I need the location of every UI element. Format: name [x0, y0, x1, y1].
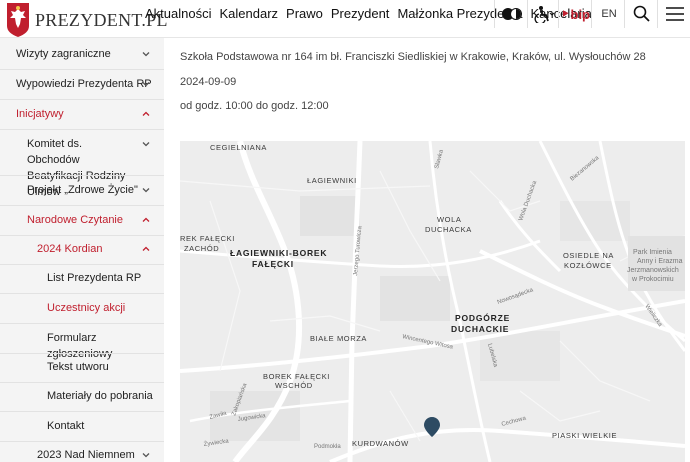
location-map[interactable]: CEGIELNIANA ŁAGIEWNIKI WOLA DUCHACKA REK…: [180, 141, 685, 462]
header-divider: [657, 0, 658, 28]
sidebar-navigation: Wizyty zagraniczne Wypowiedzi Prezydenta…: [0, 38, 164, 462]
map-label-lagiewniki-borek: ŁAGIEWNIKI-BOREK: [230, 248, 327, 258]
sidebar-item-narodowe-czytanie[interactable]: Narodowe Czytanie: [0, 212, 164, 228]
sidebar-item-list-prezydenta[interactable]: List Prezydenta RP: [0, 270, 164, 286]
sidebar-item-inicjatywy[interactable]: Inicjatywy: [0, 106, 164, 122]
sidebar-divider: [0, 99, 164, 100]
map-label-borek-falecki: BOREK FAŁĘCKI: [263, 372, 330, 381]
sidebar-divider: [0, 69, 164, 70]
site-header: PREZYDENT.PL Aktualności Kalendarz Prawo…: [0, 0, 690, 38]
sidebar-item-label: Kontakt: [47, 420, 85, 432]
sidebar-item-wypowiedzi[interactable]: Wypowiedzi Prezydenta RP: [0, 76, 164, 92]
sidebar-divider: [0, 264, 164, 265]
map-park-line-4: w Prokocimiu: [631, 276, 674, 283]
map-label-duchacka: DUCHACKA: [425, 225, 472, 234]
nav-kalendarz[interactable]: Kalendarz: [219, 6, 278, 21]
hamburger-menu-icon[interactable]: [661, 0, 689, 28]
map-label-zachod: ZACHÓD: [184, 244, 219, 253]
sidebar-divider: [0, 411, 164, 412]
sidebar-item-2024-kordian[interactable]: 2024 Kordian: [0, 241, 164, 257]
header-divider: [624, 0, 625, 28]
sidebar-divider: [0, 382, 164, 383]
sidebar-divider: [0, 323, 164, 324]
header-divider: [591, 0, 592, 28]
chevron-up-icon: [142, 111, 150, 116]
sidebar-divider: [0, 293, 164, 294]
map-park-line-2: Anny i Erazma: [637, 258, 683, 265]
sidebar-item-label: Uczestnicy akcji: [47, 302, 126, 314]
nav-prezydent[interactable]: Prezydent: [331, 6, 390, 21]
map-label-podgorze: PODGÓRZE: [455, 312, 510, 323]
sidebar-item-zdrowe-zycie[interactable]: Projekt „Zdrowe Życie": [0, 182, 164, 198]
chevron-down-icon: [142, 52, 150, 57]
sidebar-divider: [0, 441, 164, 442]
nav-prawo[interactable]: Prawo: [286, 6, 323, 21]
map-label-wschod: WSCHÓD: [275, 381, 313, 390]
chevron-down-icon: [142, 142, 150, 147]
chevron-up-icon: [142, 217, 150, 222]
sidebar-item-formularz[interactable]: Formularz zgłoszeniowy: [0, 330, 164, 362]
eagle-emblem-icon[interactable]: [6, 2, 30, 38]
bip-flag-icon: [562, 10, 569, 17]
event-time: od godz. 10:00 do godz. 12:00: [180, 100, 329, 112]
map-label-kurdwanow: KURDWANÓW: [352, 439, 409, 448]
map-park-line-1: Park Imienia: [633, 249, 672, 256]
map-label-kozlowce: KOZŁÓWCE: [564, 261, 612, 270]
chevron-up-icon: [142, 246, 150, 251]
sidebar-divider: [0, 235, 164, 236]
map-label-wola: WOLA: [437, 215, 462, 224]
map-label-piaski-wielkie: PIASKI WIELKIE: [552, 431, 617, 440]
sidebar-divider: [0, 205, 164, 206]
sidebar-item-wizyty-zagraniczne[interactable]: Wizyty zagraniczne: [0, 46, 164, 62]
sidebar-item-materialy[interactable]: Materiały do pobrania: [0, 388, 164, 404]
sidebar-divider: [0, 175, 164, 176]
map-label-biale-morza: BIAŁE MORZA: [310, 334, 367, 343]
event-address: Szkoła Podstawowa nr 164 im bł. Francisz…: [180, 51, 646, 63]
sidebar-divider: [0, 353, 164, 354]
bip-label: bip: [570, 6, 591, 22]
map-label-osiedle-na: OSIEDLE NA: [563, 251, 614, 260]
main-content: Szkoła Podstawowa nr 164 im bł. Francisz…: [164, 38, 690, 462]
sidebar-item-kontakt[interactable]: Kontakt: [0, 418, 164, 434]
language-switch[interactable]: EN: [595, 0, 623, 28]
sidebar-divider: [0, 129, 164, 130]
search-icon[interactable]: [628, 0, 656, 28]
header-divider: [494, 0, 495, 28]
bip-link[interactable]: bip: [562, 0, 590, 28]
map-label-falecki: FAŁĘCKI: [252, 259, 294, 269]
contrast-toggle-icon[interactable]: [498, 0, 526, 28]
sidebar-item-label: List Prezydenta RP: [47, 272, 142, 284]
map-label-cegielniana: CEGIELNIANA: [210, 143, 267, 152]
header-divider: [527, 0, 528, 28]
nav-aktualnosci[interactable]: Aktualności: [145, 6, 211, 21]
map-label-lagiewniki: ŁAGIEWNIKI: [307, 176, 357, 185]
event-date: 2024-09-09: [180, 76, 237, 88]
sidebar-item-uczestnicy-akcji[interactable]: Uczestnicy akcji: [0, 300, 164, 316]
sidebar-item-label: Formularz zgłoszeniowy: [47, 332, 113, 360]
map-label-rek-falecki: REK FAŁĘCKI: [180, 234, 235, 243]
chevron-down-icon: [142, 453, 150, 458]
map-park-line-3: Jerzmanowskich: [627, 267, 679, 274]
sidebar-item-tekst-utworu[interactable]: Tekst utworu: [0, 359, 164, 375]
chevron-down-icon: [142, 188, 150, 193]
header-divider: [558, 0, 559, 28]
sidebar-item-2023-nad-niemnem[interactable]: 2023 Nad Niemnem: [0, 447, 164, 462]
map-label-duchackie: DUCHACKIE: [451, 324, 509, 334]
sidebar-item-label: Tekst utworu: [47, 361, 109, 373]
map-street-podmokla: Podmokła: [314, 444, 341, 450]
sidebar-item-label: Materiały do pobrania: [47, 390, 153, 402]
accessibility-icon[interactable]: [531, 0, 557, 28]
chevron-down-icon: [142, 82, 150, 87]
